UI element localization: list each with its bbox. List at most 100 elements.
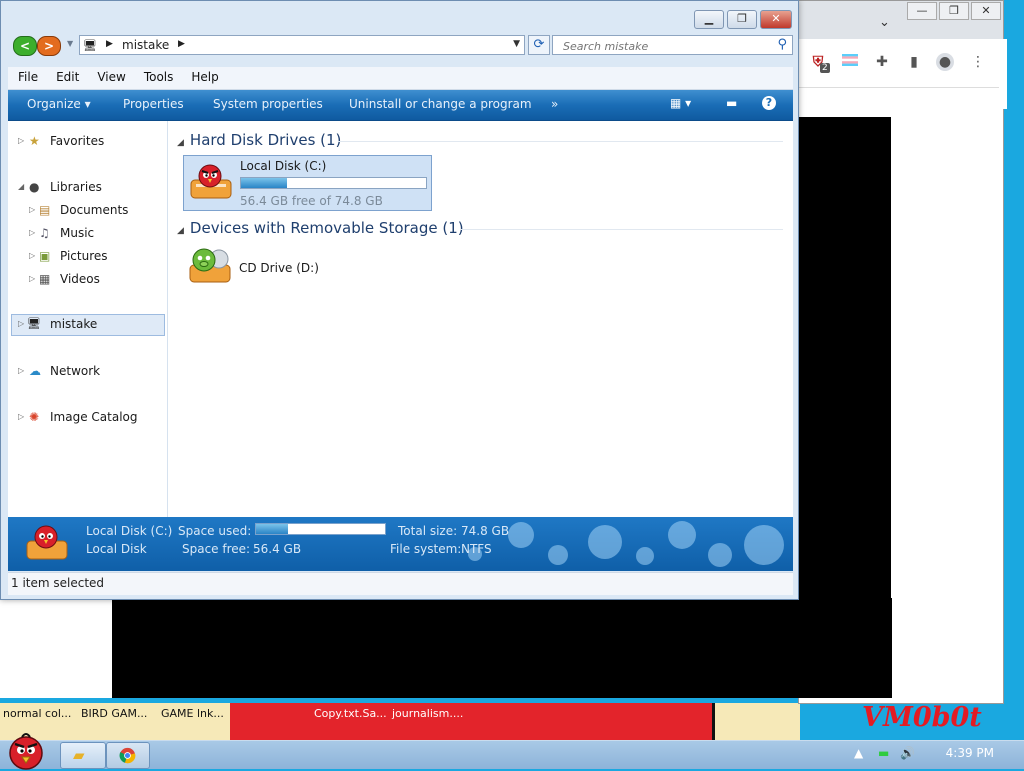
desktop-wallpaper-red	[230, 703, 715, 740]
nav-image-catalog[interactable]: ▷ ✺ Image Catalog	[8, 408, 166, 428]
menu-view[interactable]: View	[86, 67, 132, 84]
nav-favorites[interactable]: ▷ ★ Favorites	[8, 132, 166, 152]
drive-c-name: Local Disk (C:)	[240, 159, 327, 173]
expand-icon[interactable]: ▷	[29, 228, 35, 237]
details-space-used-label: Space used:	[178, 524, 252, 538]
nav-label: Network	[50, 364, 101, 378]
drive-c-free-space: 56.4 GB free of 74.8 GB	[240, 194, 383, 208]
expand-icon[interactable]: ▷	[18, 136, 24, 145]
explorer-window: ▁ ❐ ✕ < > ▼ 🖥 ▶ mistake ▶ ▼ ⟳ ⚲ FileEdit…	[0, 0, 799, 600]
change-view-icon[interactable]: ▦ ▾	[670, 96, 691, 110]
address-bar[interactable]: 🖥 ▶ mistake ▶ ▼	[79, 35, 525, 55]
clock[interactable]: 4:39 PM	[946, 746, 994, 760]
nav-pictures[interactable]: ▷ ▣ Pictures	[8, 247, 166, 267]
search-box[interactable]: ⚲	[552, 35, 793, 55]
nav-label: Pictures	[60, 249, 108, 263]
more-commands-button[interactable]: »	[551, 97, 558, 111]
favorites-star-icon: ★	[29, 134, 40, 148]
desktop-icon-label[interactable]: journalism....	[392, 707, 463, 720]
recent-pages-dropdown-icon[interactable]: ▼	[67, 39, 73, 48]
music-icon: ♫	[39, 226, 50, 240]
close-button[interactable]: ✕	[760, 10, 792, 29]
desktop-icon-label[interactable]: GAME lnk...	[161, 707, 224, 720]
group-title: Hard Disk Drives (1)	[189, 131, 342, 149]
menu-help[interactable]: Help	[180, 67, 225, 84]
drive-c-tile[interactable]: Local Disk (C:) 56.4 GB free of 74.8 GB	[183, 155, 432, 211]
volume-icon[interactable]: 🔊	[900, 746, 915, 760]
tab-search-icon[interactable]: ⌄	[879, 15, 890, 30]
system-tray: ▲ ▬ 🔊 4:39 PM	[854, 741, 1024, 769]
collapse-group-icon[interactable]: ◢	[177, 226, 184, 236]
nav-documents[interactable]: ▷ ▤ Documents	[8, 201, 166, 221]
expand-icon[interactable]: ▷	[18, 319, 24, 328]
search-input[interactable]	[561, 37, 765, 55]
collapse-group-icon[interactable]: ◢	[177, 138, 184, 148]
nav-network[interactable]: ▷ ☁ Network	[8, 362, 166, 382]
taskbar-chrome-button[interactable]	[106, 742, 150, 769]
image-catalog-icon: ✺	[29, 410, 40, 424]
group-divider	[338, 141, 783, 142]
minimize-button[interactable]: ▁	[694, 10, 724, 29]
nav-videos[interactable]: ▷ ▦ Videos	[8, 270, 166, 290]
documents-icon: ▤	[39, 203, 51, 217]
forward-button[interactable]: >	[37, 36, 61, 56]
network-status-icon[interactable]: ▬	[878, 746, 889, 760]
expand-icon[interactable]: ▷	[29, 205, 35, 214]
expand-icon[interactable]: ▷	[18, 366, 24, 375]
preview-pane-icon[interactable]: ▬	[726, 96, 737, 110]
properties-button[interactable]: Properties	[123, 97, 184, 111]
breadcrumb-arrow-icon[interactable]: ▶	[106, 39, 113, 49]
browser-restore-button[interactable]: ❐	[939, 2, 969, 20]
menu-icon[interactable]: ⋮	[969, 53, 987, 71]
details-file-system-value: NTFS	[461, 542, 492, 556]
status-bar: 1 item selected	[8, 572, 793, 595]
help-icon[interactable]: ?	[762, 96, 776, 110]
computer-icon: 🖥	[27, 317, 41, 330]
desktop-icon-label[interactable]: Copy.txt.Sa...	[314, 707, 387, 720]
organize-button[interactable]: Organize ▾	[27, 97, 91, 111]
browser-minimize-button[interactable]: —	[907, 2, 937, 20]
menu-file[interactable]: File	[8, 67, 45, 84]
side-panel-icon[interactable]: ▮	[905, 53, 923, 71]
expand-icon[interactable]: ▷	[29, 274, 35, 283]
decorative-bubble	[636, 547, 654, 565]
nav-label: Favorites	[50, 134, 105, 148]
details-usage-bar	[255, 523, 386, 535]
details-drive-name: Local Disk (C:)	[86, 524, 173, 538]
group-header-removable[interactable]: ◢ Devices with Removable Storage (1)	[177, 219, 464, 237]
trans-flag-icon[interactable]	[841, 53, 859, 71]
taskbar-explorer-button[interactable]: ▰	[60, 742, 106, 769]
maximize-button[interactable]: ❐	[727, 10, 757, 29]
nav-music[interactable]: ▷ ♫ Music	[8, 224, 166, 244]
menu-edit[interactable]: Edit	[45, 67, 86, 84]
browser-toolbar: ⛨ 2 ✚ ▮ ● ⋮	[799, 39, 1003, 88]
uninstall-program-button[interactable]: Uninstall or change a program	[349, 97, 532, 111]
decorative-bubble	[708, 543, 732, 567]
drive-d-tile[interactable]: CD Drive (D:)	[183, 243, 343, 287]
back-button[interactable]: <	[13, 36, 37, 56]
extensions-icon[interactable]: ✚	[873, 53, 891, 71]
breadcrumb-computer[interactable]: mistake	[122, 38, 169, 52]
menu-tools[interactable]: Tools	[133, 67, 181, 84]
collapse-icon[interactable]: ◢	[18, 182, 24, 191]
computer-icon: 🖥	[83, 39, 97, 52]
start-button-angry-bird-icon[interactable]	[2, 731, 50, 771]
desktop-icon-label[interactable]: BIRD GAM...	[81, 707, 147, 720]
breadcrumb-arrow-icon[interactable]: ▶	[178, 39, 185, 49]
expand-icon[interactable]: ▷	[18, 412, 24, 421]
expand-icon[interactable]: ▷	[29, 251, 35, 260]
details-pane: Local Disk (C:) Local Disk Space used: S…	[8, 517, 793, 571]
group-header-hdd[interactable]: ◢ Hard Disk Drives (1)	[177, 131, 341, 149]
decorative-bubble	[744, 525, 784, 565]
browser-close-button[interactable]: ✕	[971, 2, 1001, 20]
show-hidden-icons-icon[interactable]: ▲	[854, 746, 863, 760]
nav-computer[interactable]: ▷ 🖥 mistake	[11, 314, 165, 336]
search-icon[interactable]: ⚲	[777, 37, 787, 52]
page-white-area	[0, 598, 112, 698]
profile-icon[interactable]: ●	[936, 53, 954, 71]
system-properties-button[interactable]: System properties	[213, 97, 323, 111]
desktop-icon-label[interactable]: normal col...	[3, 707, 71, 720]
refresh-button[interactable]: ⟳	[528, 35, 550, 55]
nav-libraries[interactable]: ◢ ● Libraries	[8, 178, 166, 198]
address-history-dropdown-icon[interactable]: ▼	[513, 39, 520, 49]
